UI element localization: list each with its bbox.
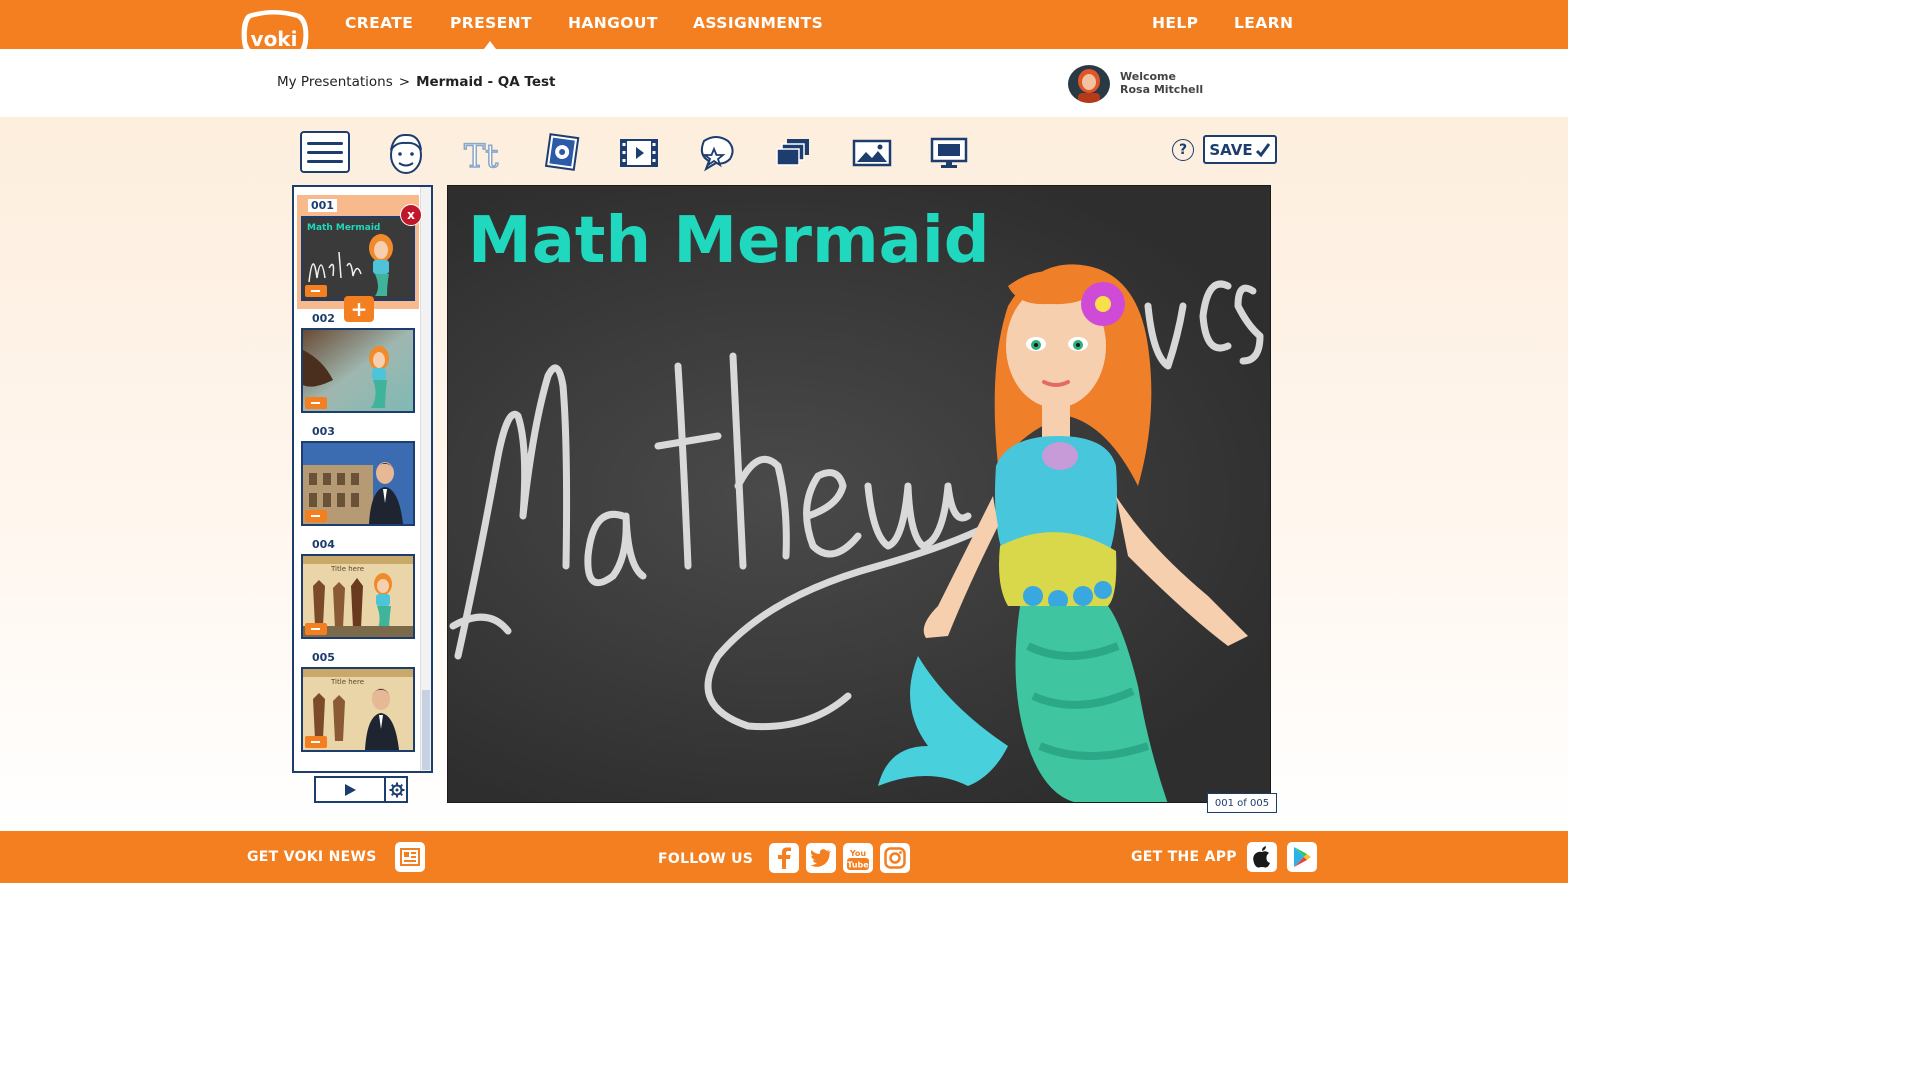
user-avatar[interactable]	[1068, 65, 1110, 103]
star-bubble-icon	[700, 136, 734, 172]
play-button[interactable]	[316, 778, 384, 801]
image-icon	[852, 139, 892, 167]
save-button[interactable]: SAVE	[1203, 135, 1277, 164]
slide-number-5: 005	[312, 651, 335, 664]
instagram-icon	[884, 847, 906, 869]
gear-icon	[389, 782, 405, 797]
settings-button[interactable]	[384, 778, 408, 801]
slide-title-text[interactable]: Math Mermaid	[468, 204, 990, 278]
menu-button[interactable]	[300, 131, 350, 173]
layers-icon	[776, 139, 809, 166]
youtube-wordmark-bottom: Tube	[847, 861, 869, 870]
slide-thumbnail-1[interactable]: Math Mermaid	[301, 216, 415, 301]
newsletter-button[interactable]	[395, 842, 425, 872]
video-tool-button[interactable]	[614, 130, 664, 176]
sticker-tool-button[interactable]	[537, 130, 587, 176]
google-play-button[interactable]	[1287, 842, 1317, 872]
sub-header	[0, 49, 1568, 117]
user-name: Rosa Mitchell	[1120, 83, 1204, 96]
text-tool-button[interactable]: Tt	[459, 130, 509, 176]
twitter-icon	[810, 849, 831, 867]
sticker-icon	[544, 133, 580, 171]
page-counter: 001 of 005	[1207, 793, 1277, 813]
twitter-button[interactable]	[806, 843, 836, 873]
background-tool-button[interactable]	[847, 130, 897, 176]
player-tool-button[interactable]	[924, 130, 974, 176]
checkmark-icon	[1255, 142, 1270, 157]
youtube-wordmark-top: You	[849, 849, 867, 858]
breadcrumb: My Presentations > Mermaid - QA Test	[277, 74, 555, 90]
slide-number-4: 004	[312, 538, 335, 551]
slide-action-badge[interactable]	[305, 510, 327, 522]
slide-number-3: 003	[312, 425, 335, 438]
google-play-icon	[1294, 847, 1311, 867]
play-icon	[345, 783, 356, 796]
nav-hangout[interactable]: HANGOUT	[568, 14, 658, 32]
facebook-icon	[778, 847, 791, 869]
slide-number-2: 002	[312, 312, 335, 325]
character-tool-button[interactable]	[381, 130, 431, 176]
nav-present[interactable]: PRESENT	[450, 14, 532, 32]
slide-canvas[interactable]: Math Mermaid	[447, 185, 1271, 803]
nav-create[interactable]: CREATE	[345, 14, 413, 32]
newspaper-icon	[400, 848, 420, 866]
scrollbar-thumb[interactable]	[422, 690, 430, 770]
breadcrumb-root[interactable]: My Presentations	[277, 74, 393, 90]
slide-list-scrollbar[interactable]	[420, 187, 431, 771]
apple-icon	[1253, 846, 1270, 868]
top-nav-bar: CREATE PRESENT HANGOUT ASSIGNMENTS HELP …	[0, 0, 1568, 49]
follow-us-label: FOLLOW US	[658, 851, 754, 867]
slide-action-badge[interactable]	[305, 397, 327, 409]
playback-controls	[314, 776, 408, 803]
delete-slide-button[interactable]: x	[400, 204, 422, 226]
slide-4-title: Title here	[330, 565, 364, 573]
slide-action-badge[interactable]	[305, 285, 327, 297]
layers-tool-button[interactable]	[768, 130, 818, 176]
video-icon	[620, 139, 658, 167]
slide-thumbnail-2[interactable]	[301, 328, 415, 413]
welcome-text: Welcome Rosa Mitchell	[1120, 70, 1203, 96]
effects-tool-button[interactable]	[691, 130, 741, 176]
get-voki-news-label: GET VOKI NEWS	[247, 849, 377, 865]
facebook-button[interactable]	[769, 843, 799, 873]
slide-thumbnail-5[interactable]: Title here	[301, 667, 415, 752]
get-the-app-label: GET THE APP	[1131, 849, 1237, 865]
slide-action-badge[interactable]	[305, 623, 327, 635]
add-slide-button[interactable]: +	[344, 296, 374, 322]
svg-text:Tt: Tt	[464, 137, 498, 173]
breadcrumb-separator: >	[398, 74, 411, 90]
slide-5-title: Title here	[330, 678, 364, 686]
menu-icon	[307, 141, 343, 145]
breadcrumb-current: Mermaid - QA Test	[416, 74, 556, 90]
slide-1-title: Math Mermaid	[307, 223, 380, 233]
active-nav-caret	[484, 41, 496, 49]
text-icon: Tt	[463, 136, 499, 173]
chalkboard-background	[449, 264, 1264, 802]
save-label: SAVE	[1209, 140, 1253, 159]
slide-thumbnail-4[interactable]: Title here	[301, 554, 415, 639]
welcome-label: Welcome	[1120, 70, 1176, 83]
help-button[interactable]: ?	[1172, 139, 1194, 161]
nav-assignments[interactable]: ASSIGNMENTS	[693, 14, 823, 32]
app-store-button[interactable]	[1247, 842, 1277, 872]
slide-number-1: 001	[308, 199, 337, 212]
youtube-icon: You Tube	[847, 849, 869, 870]
character-icon	[390, 133, 422, 174]
nav-learn[interactable]: LEARN	[1234, 14, 1293, 32]
monitor-icon	[930, 137, 968, 168]
nav-help[interactable]: HELP	[1152, 14, 1198, 32]
logo-text: voki	[251, 27, 298, 51]
slide-action-badge[interactable]	[305, 736, 327, 748]
youtube-button[interactable]: You Tube	[843, 843, 873, 873]
instagram-button[interactable]	[880, 843, 910, 873]
slide-list-panel: 001 Math Mermaid x + 002 003 004 Title h…	[292, 185, 433, 773]
slide-thumbnail-3[interactable]	[301, 441, 415, 526]
